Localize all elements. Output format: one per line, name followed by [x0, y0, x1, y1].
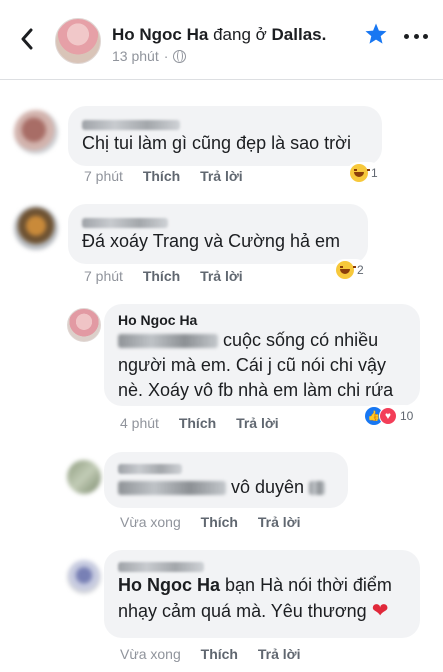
replier-avatar[interactable] — [67, 560, 101, 594]
post-time[interactable]: 13 phút — [112, 48, 159, 64]
post-header: Ho Ngoc Ha đang ở Dallas. 13 phút · — [0, 0, 443, 80]
comment-time[interactable]: 4 phút — [120, 415, 159, 431]
back-button[interactable] — [14, 24, 40, 54]
love-icon: ♥ — [379, 407, 397, 425]
blurred-text — [309, 481, 326, 496]
reply-button[interactable]: Trả lời — [258, 646, 301, 662]
commenter-name[interactable] — [82, 119, 180, 130]
replier-name[interactable]: Ho Ngoc Ha — [118, 312, 406, 328]
reply-bubble: Ho Ngoc Ha bạn Hà nói thời điểm nhạy cảm… — [104, 550, 420, 638]
commenter-avatar[interactable] — [14, 110, 58, 154]
reply-text-line: nè. Xoáy vô fb nhà em làm chi rứa — [118, 380, 394, 400]
comment-text: Đá xoáy Trang và Cường hả em — [82, 231, 340, 251]
commenter-avatar[interactable] — [14, 206, 58, 250]
reply-button[interactable]: Trả lời — [236, 415, 279, 431]
like-button[interactable]: Thích — [179, 415, 216, 431]
reply-bubble: Ho Ngoc Ha cuộc sống có nhiều người mà e… — [104, 304, 420, 406]
reply-button[interactable]: Trả lời — [200, 268, 243, 284]
reply-text-line: người mà em. Cái j cũ nói chi vậy — [118, 355, 386, 375]
comment-bubble: Chị tui làm gì cũng đẹp là sao trời — [68, 106, 382, 166]
reply-text: Ho Ngoc Ha bạn Hà nói thời điểm — [118, 575, 392, 595]
comment-time[interactable]: Vừa xong — [120, 514, 181, 530]
replier-avatar[interactable] — [67, 308, 101, 342]
author-name[interactable]: Ho Ngoc Ha — [112, 25, 208, 44]
replier-name[interactable] — [118, 561, 204, 572]
star-icon[interactable] — [364, 22, 388, 46]
location-prefix: đang ở — [213, 25, 267, 44]
haha-emoji-icon — [350, 164, 370, 182]
author-line: Ho Ngoc Ha đang ở Dallas. — [112, 25, 326, 45]
reaction-count: 1 — [371, 166, 378, 180]
more-options-icon[interactable] — [404, 32, 428, 40]
comment-time[interactable]: 7 phút — [84, 168, 123, 184]
reply-actions: Vừa xong Thích Trả lời — [120, 514, 301, 530]
reply-actions: Vừa xong Thích Trả lời — [120, 646, 301, 662]
reaction-badge[interactable]: 2 — [333, 259, 367, 281]
mention-link[interactable]: Ho Ngoc Ha — [118, 575, 220, 595]
replier-name[interactable] — [118, 463, 182, 474]
reply-text-line: nhạy cảm quá mà. Yêu thương ❤ — [118, 600, 389, 622]
like-button[interactable]: Thích — [201, 514, 238, 530]
mentioned-name[interactable] — [118, 481, 226, 496]
comment-actions: 7 phút Thích Trả lời — [84, 168, 243, 184]
comment-time[interactable]: Vừa xong — [120, 646, 181, 662]
replier-avatar[interactable] — [67, 460, 101, 494]
author-avatar[interactable] — [55, 18, 101, 64]
reaction-badge[interactable]: 1 — [347, 162, 381, 184]
reaction-count: 10 — [400, 409, 414, 423]
reply-actions: 4 phút Thích Trả lời — [120, 415, 279, 431]
reply-button[interactable]: Trả lời — [200, 168, 243, 184]
reply-bubble: vô duyên — [104, 452, 348, 508]
comment-bubble: Đá xoáy Trang và Cường hả em — [68, 204, 368, 264]
like-button[interactable]: Thích — [143, 168, 180, 184]
chevron-left-icon — [21, 28, 33, 50]
globe-icon — [173, 49, 187, 63]
reaction-badge[interactable]: 👍 ♥ 10 — [362, 405, 417, 427]
post-meta: 13 phút · — [112, 48, 187, 64]
comment-text: Chị tui làm gì cũng đẹp là sao trời — [82, 133, 351, 153]
like-button[interactable]: Thích — [201, 646, 238, 662]
reply-button[interactable]: Trả lời — [258, 514, 301, 530]
reply-text: cuộc sống có nhiều — [118, 328, 406, 353]
red-heart-icon: ❤ — [371, 600, 389, 622]
commenter-name[interactable] — [82, 217, 168, 228]
comment-actions: 7 phút Thích Trả lời — [84, 268, 243, 284]
reaction-count: 2 — [357, 263, 364, 277]
mentioned-name[interactable] — [118, 334, 218, 349]
location-name[interactable]: Dallas. — [272, 25, 327, 44]
reply-text: vô duyên — [118, 474, 334, 500]
haha-emoji-icon — [336, 261, 356, 279]
like-button[interactable]: Thích — [143, 268, 180, 284]
comment-time[interactable]: 7 phút — [84, 268, 123, 284]
